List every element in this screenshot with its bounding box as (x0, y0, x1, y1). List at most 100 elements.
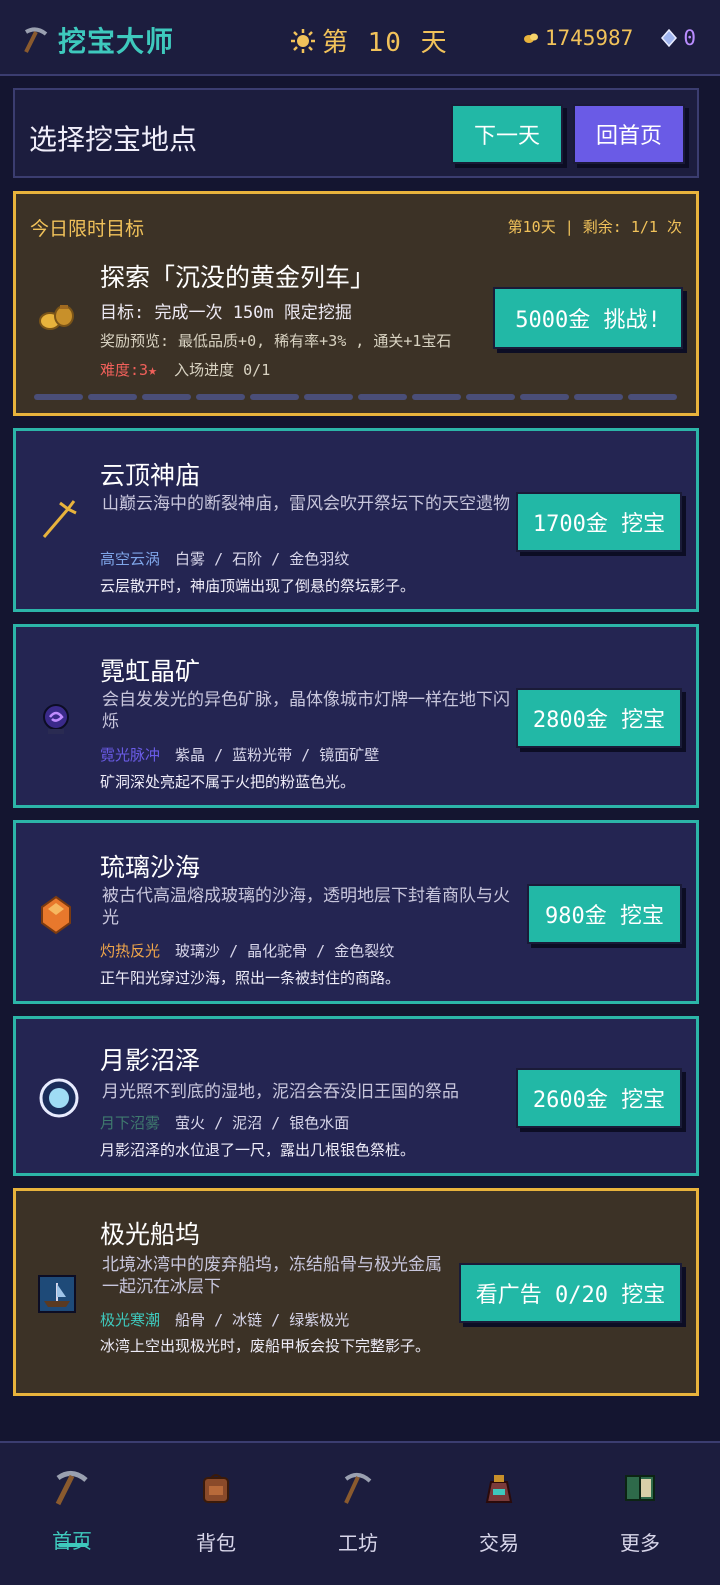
site-tags-row: 月下沼雾 萤火 / 泥沼 / 银色水面 (100, 1112, 349, 1133)
trade-bag-icon (449, 1465, 549, 1511)
difficulty-label: 难度:3★ (100, 361, 158, 379)
site-select-header: 选择挖宝地点 下一天 回首页 (13, 88, 699, 178)
app-title: 挖宝大师 (22, 20, 174, 60)
nav-item-more[interactable]: 更多 (590, 1465, 690, 1556)
progress-segment (34, 394, 83, 400)
top-bar: 挖宝大师 第 10 天 1745987 0 (0, 0, 720, 76)
gem-icon (661, 29, 678, 47)
ship-picture-icon (38, 1275, 76, 1317)
site-tag-main: 极光寒潮 (100, 1311, 161, 1329)
day-indicator: 第 10 天 (290, 22, 449, 59)
goal-meta: 第10天 | 剩余: 1/1 次 (507, 218, 682, 236)
nav-label: 交易 (479, 1531, 519, 1555)
next-day-button[interactable]: 下一天 (451, 104, 563, 164)
page-title: 选择挖宝地点 (29, 123, 198, 156)
goal-progress-bar (34, 394, 677, 400)
trident-icon (38, 499, 78, 545)
moon-ring-icon (38, 1077, 80, 1123)
site-tags-row: 灼热反光 玻璃沙 / 晶化驼骨 / 金色裂纹 (100, 940, 394, 961)
site-hint: 正午阳光穿过沙海，照出一条被封住的商路。 (100, 969, 401, 987)
site-desc: 会自发发光的异色矿脉，晶体像城市灯牌一样在地下闪烁 (102, 690, 510, 732)
sun-icon (291, 28, 315, 53)
nav-item-trade[interactable]: 交易 (449, 1465, 549, 1556)
entry-progress-text: 入场进度 0/1 (174, 361, 271, 379)
backpack-icon (166, 1465, 266, 1511)
progress-segment (304, 394, 353, 400)
coin-bag-icon (38, 302, 76, 336)
pickaxe-icon (24, 27, 48, 53)
site-tag-main: 灼热反光 (100, 942, 161, 960)
site-card-moon-swamp: 月影沼泽 月光照不到底的湿地，泥沼会吞没旧王国的祭品 月下沼雾 萤火 / 泥沼 … (13, 1016, 699, 1176)
nav-label: 背包 (196, 1531, 236, 1555)
amber-gem-icon (38, 895, 74, 939)
progress-segment (88, 394, 137, 400)
site-desc: 山巅云海中的断裂神庙，雷风会吹开祭坛下的天空遗物 (102, 494, 510, 514)
gold-count: 1745987 (544, 26, 634, 50)
resource-display: 1745987 0 (523, 26, 696, 50)
app-title-text: 挖宝大师 (58, 25, 175, 58)
nav-label: 更多 (620, 1531, 660, 1555)
nav-item-workshop[interactable]: 工坊 (308, 1465, 408, 1556)
site-tag-main: 霓光脉冲 (100, 746, 161, 764)
site-hint: 冰湾上空出现极光时，废船甲板会投下完整影子。 (100, 1337, 431, 1355)
site-tag-main: 月下沼雾 (100, 1114, 161, 1132)
site-tags: 紫晶 / 蓝粉光带 / 镜面矿壁 (175, 746, 380, 764)
purple-orb-icon (38, 701, 74, 741)
home-button[interactable]: 回首页 (573, 104, 685, 164)
site-title: 琉璃沙海 (100, 853, 201, 882)
progress-segment (196, 394, 245, 400)
goal-heading: 今日限时目标 (30, 218, 145, 240)
site-card-neon-mine: 霓虹晶矿 会自发发光的异色矿脉，晶体像城市灯牌一样在地下闪烁 霓光脉冲 紫晶 /… (13, 624, 699, 808)
site-card-glass-desert: 琉璃沙海 被古代高温熔成玻璃的沙海，透明地层下封着商队与火光 灼热反光 玻璃沙 … (13, 820, 699, 1004)
progress-segment (250, 394, 299, 400)
site-tags: 白雾 / 石阶 / 金色羽纹 (175, 550, 350, 568)
day-text: 第 10 天 (322, 28, 449, 58)
pickaxe-icon (22, 1465, 122, 1511)
daily-goal-card: 今日限时目标 第10天 | 剩余: 1/1 次 探索「沉没的黄金列车」 目标: … (13, 191, 699, 416)
site-tags-row: 极光寒潮 船骨 / 冰链 / 绿紫极光 (100, 1309, 349, 1330)
coin-icon (523, 33, 538, 43)
progress-segment (142, 394, 191, 400)
gem-count: 0 (683, 26, 696, 50)
site-tags: 玻璃沙 / 晶化驼骨 / 金色裂纹 (175, 942, 395, 960)
nav-item-backpack[interactable]: 背包 (166, 1465, 266, 1556)
progress-segment (574, 394, 623, 400)
goal-target: 目标: 完成一次 150m 限定挖掘 (100, 303, 352, 323)
progress-segment (466, 394, 515, 400)
progress-segment (412, 394, 461, 400)
pickaxe-icon (308, 1465, 408, 1511)
progress-segment (628, 394, 677, 400)
site-card-cloud-temple: 云顶神庙 山巅云海中的断裂神庙，雷风会吹开祭坛下的天空遗物 高空云涡 白雾 / … (13, 428, 699, 612)
goal-reward: 奖励预览: 最低品质+0, 稀有率+3% , 通关+1宝石 (100, 332, 452, 350)
watch-ad-dig-button[interactable]: 看广告 0/20 挖宝 (459, 1263, 682, 1323)
dig-button[interactable]: 980金 挖宝 (527, 884, 682, 944)
site-desc: 月光照不到底的湿地，泥沼会吞没旧王国的祭品 (102, 1082, 459, 1102)
progress-segment (520, 394, 569, 400)
site-tags-row: 霓光脉冲 紫晶 / 蓝粉光带 / 镜面矿壁 (100, 744, 379, 765)
site-title: 极光船坞 (100, 1220, 201, 1249)
site-desc: 北境冰湾中的废弃船坞，冻结船骨与极光金属一起沉在冰层下 (102, 1255, 442, 1297)
dig-button[interactable]: 1700金 挖宝 (516, 492, 682, 552)
site-tags: 萤火 / 泥沼 / 银色水面 (175, 1114, 350, 1132)
site-title: 霓虹晶矿 (100, 657, 201, 686)
site-hint: 月影沼泽的水位退了一尺，露出几根银色祭桩。 (100, 1141, 416, 1159)
nav-label: 首页 (52, 1529, 92, 1553)
nav-label: 工坊 (338, 1531, 378, 1555)
site-title: 云顶神庙 (100, 461, 201, 490)
progress-segment (358, 394, 407, 400)
goal-difficulty-row: 难度:3★ 入场进度 0/1 (100, 359, 270, 380)
site-title: 月影沼泽 (100, 1046, 201, 1075)
site-desc: 被古代高温熔成玻璃的沙海，透明地层下封着商队与火光 (102, 886, 510, 928)
site-tag-main: 高空云涡 (100, 550, 161, 568)
dig-button[interactable]: 2800金 挖宝 (516, 688, 682, 748)
site-hint: 矿洞深处亮起不属于火把的粉蓝色光。 (100, 773, 356, 791)
book-icon (590, 1465, 690, 1511)
site-hint: 云层散开时，神庙顶端出现了倒悬的祭坛影子。 (100, 577, 416, 595)
goal-title: 探索「沉没的黄金列车」 (100, 263, 376, 292)
site-card-aurora-dock: 极光船坞 北境冰湾中的废弃船坞，冻结船骨与极光金属一起沉在冰层下 极光寒潮 船骨… (13, 1188, 699, 1396)
dig-button[interactable]: 2600金 挖宝 (516, 1068, 682, 1128)
challenge-button[interactable]: 5000金 挑战! (493, 287, 683, 349)
nav-item-home[interactable]: 首页 (22, 1465, 122, 1554)
site-tags: 船骨 / 冰链 / 绿紫极光 (175, 1311, 350, 1329)
bottom-nav: 首页 背包 工坊 交易 更多 (0, 1441, 720, 1585)
